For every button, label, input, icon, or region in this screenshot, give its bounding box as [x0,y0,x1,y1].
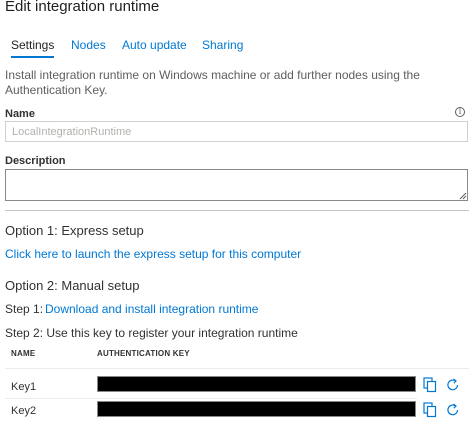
table-header-divider [5,368,469,369]
key1-value-field[interactable] [97,376,416,392]
refresh-icon[interactable] [446,377,460,393]
description-input[interactable] [5,169,468,201]
info-icon[interactable]: i [455,107,465,117]
key1-name: Key1 [11,381,37,393]
option2-heading: Option 2: Manual setup [5,278,140,293]
panel-title: Edit integration runtime [5,0,160,15]
name-label: Name [5,108,35,120]
key2-name: Key2 [11,405,37,417]
step2-text: Step 2: Use this key to register your in… [5,326,298,340]
tab-bar: Settings Nodes Auto update Sharing [0,34,474,60]
name-input[interactable] [5,121,468,142]
copy-icon[interactable] [423,402,437,418]
tab-auto-update[interactable]: Auto update [122,34,187,56]
option1-heading: Option 1: Express setup [5,223,144,238]
intro-text: Install integration runtime on Windows m… [5,68,420,97]
description-label: Description [5,155,66,167]
express-setup-link[interactable]: Click here to launch the express setup f… [5,247,301,261]
refresh-icon[interactable] [446,402,460,418]
tab-settings[interactable]: Settings [11,34,55,58]
column-header-auth-key: AUTHENTICATION KEY [97,349,190,358]
column-header-name: NAME [11,349,36,358]
tab-sharing[interactable]: Sharing [202,34,243,56]
section-divider [5,210,469,211]
row-divider [5,398,417,399]
copy-icon[interactable] [423,377,437,393]
download-runtime-link[interactable]: Download and install integration runtime [45,302,258,316]
step1-label: Step 1: [5,302,44,316]
tab-nodes[interactable]: Nodes [71,34,106,56]
key2-value-field[interactable] [97,401,416,417]
